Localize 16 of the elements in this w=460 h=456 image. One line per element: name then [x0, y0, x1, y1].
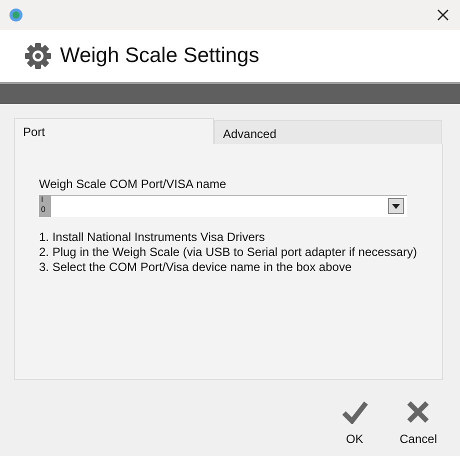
instruction-text: 3. Select the COM Port/Visa device name in the box above	[39, 260, 353, 275]
gear-icon	[24, 42, 52, 70]
instruction-text: 1. Install National Instruments Visa Drivers	[39, 230, 266, 245]
x-icon	[406, 400, 430, 424]
io-icon: I 0	[39, 195, 51, 217]
cancel-button[interactable]: Cancel	[400, 400, 437, 446]
field-label: Weigh Scale COM Port/VISA name	[39, 177, 228, 191]
checkmark-icon	[342, 400, 368, 424]
window-title: Weigh Scale Settings	[60, 44, 260, 68]
instruction-text: 2. Plug in the Weigh Scale (via USB to Serial port adapter if necessary)	[39, 245, 418, 260]
tab[interactable]: Port	[14, 118, 214, 144]
tab[interactable]: Advanced	[214, 120, 442, 144]
close-icon[interactable]	[437, 9, 449, 21]
ok-button[interactable]: OK	[342, 400, 368, 446]
port-dropdown[interactable]: I 0	[39, 195, 407, 217]
app-icon	[9, 8, 23, 22]
